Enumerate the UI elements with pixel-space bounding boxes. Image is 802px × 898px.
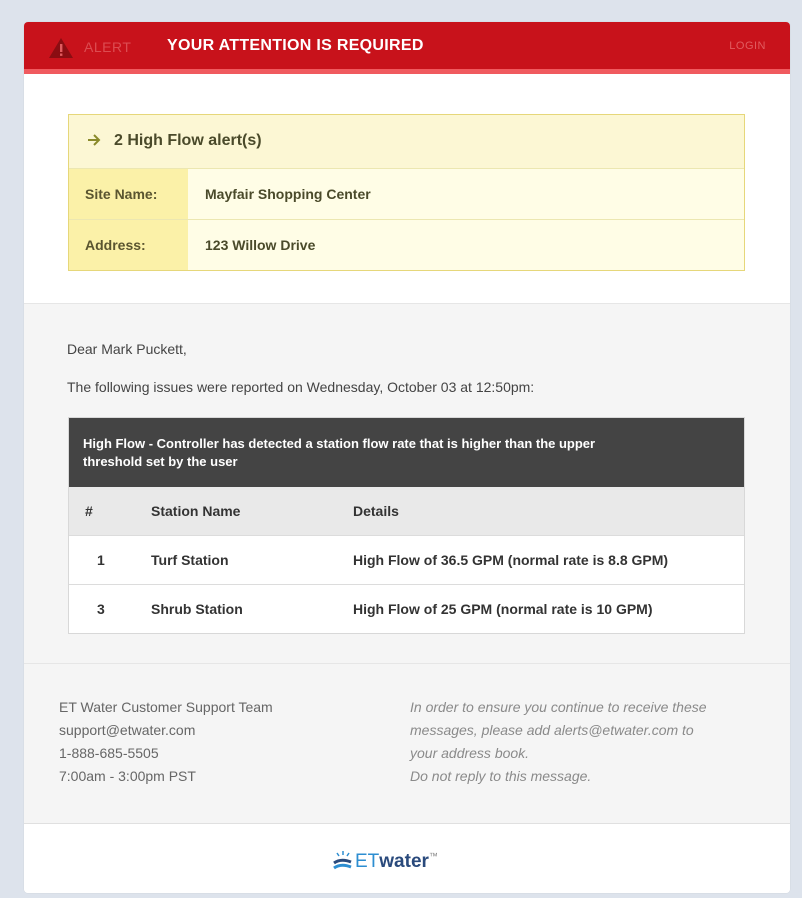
- issue-description: High Flow - Controller has detected a st…: [69, 418, 744, 487]
- site-name-row: Site Name: Mayfair Shopping Center: [69, 169, 744, 220]
- table-row: 1 Turf Station High Flow of 36.5 GPM (no…: [69, 535, 744, 584]
- alert-count-title: 2 High Flow alert(s): [114, 132, 262, 149]
- logo-trademark: ™: [428, 851, 438, 861]
- notice-line: your address book.: [410, 745, 530, 761]
- attention-title: YOUR ATTENTION IS REQUIRED: [167, 37, 424, 54]
- delivery-notice: In order to ensure you continue to recei…: [410, 696, 760, 788]
- notice-line: messages, please add alerts@etwater.com …: [410, 722, 694, 738]
- site-name-label: Site Name:: [69, 169, 188, 219]
- issues-table: High Flow - Controller has detected a st…: [68, 417, 745, 634]
- issue-description-line: threshold set by the user: [83, 454, 238, 469]
- alert-label: ALERT: [84, 39, 132, 55]
- station-number: 1: [97, 552, 105, 568]
- logo-footer: ETwater™: [24, 824, 790, 893]
- arrow-right-icon: [88, 134, 101, 146]
- address-value: 123 Willow Drive: [205, 237, 316, 253]
- etwater-logo-text: ETwater™: [355, 851, 438, 873]
- message-body: Dear Mark Puckett, The following issues …: [24, 303, 790, 664]
- support-email-link[interactable]: support@etwater.com: [59, 719, 273, 742]
- logo-water: water: [379, 851, 429, 872]
- support-contact: ET Water Customer Support Team support@e…: [59, 696, 273, 788]
- notice-line: Do not reply to this message.: [410, 768, 592, 784]
- station-details: High Flow of 25 GPM (normal rate is 10 G…: [353, 601, 653, 617]
- column-header-station: Station Name: [151, 503, 241, 519]
- station-name: Turf Station: [151, 552, 229, 568]
- greeting-text: Dear Mark Puckett,: [67, 341, 187, 357]
- etwater-logo-icon: [333, 851, 352, 870]
- notice-line: In order to ensure you continue to recei…: [410, 699, 707, 715]
- address-row: Address: 123 Willow Drive: [69, 220, 744, 270]
- table-row: 3 Shrub Station High Flow of 25 GPM (nor…: [69, 584, 744, 633]
- support-phone: 1-888-685-5505: [59, 745, 159, 761]
- table-header-row: # Station Name Details: [69, 487, 744, 535]
- station-name: Shrub Station: [151, 601, 243, 617]
- support-hours: 7:00am - 3:00pm PST: [59, 768, 196, 784]
- support-team-name: ET Water Customer Support Team: [59, 699, 273, 715]
- alert-summary-box: 2 High Flow alert(s) Site Name: Mayfair …: [68, 114, 745, 271]
- alert-summary-header: 2 High Flow alert(s): [69, 115, 744, 169]
- intro-text: The following issues were reported on We…: [67, 379, 535, 395]
- column-header-details: Details: [353, 503, 399, 519]
- station-details: High Flow of 36.5 GPM (normal rate is 8.…: [353, 552, 669, 568]
- email-card: ALERT YOUR ATTENTION IS REQUIRED LOGIN 2…: [24, 22, 790, 893]
- site-name-value: Mayfair Shopping Center: [205, 186, 371, 202]
- support-footer: ET Water Customer Support Team support@e…: [24, 664, 790, 824]
- column-header-number: #: [85, 503, 93, 519]
- warning-icon: [49, 38, 73, 58]
- issue-description-line: High Flow - Controller has detected a st…: [83, 436, 596, 451]
- alert-header: ALERT YOUR ATTENTION IS REQUIRED LOGIN: [24, 22, 790, 74]
- logo-et: ET: [355, 851, 380, 872]
- station-number: 3: [97, 601, 105, 617]
- address-label: Address:: [69, 220, 188, 270]
- login-link[interactable]: LOGIN: [729, 40, 766, 52]
